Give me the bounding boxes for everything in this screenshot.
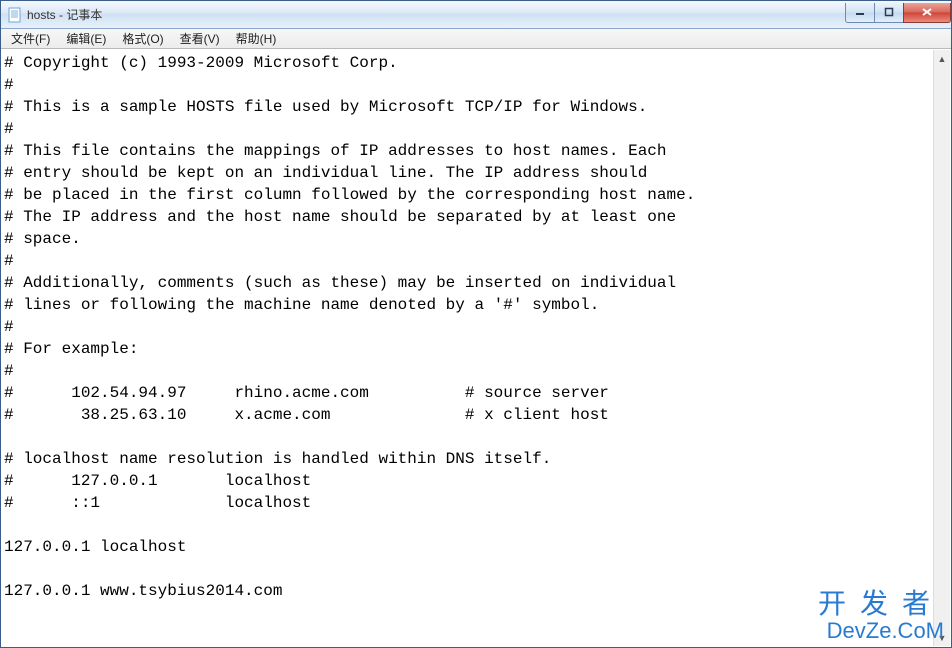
menu-edit[interactable]: 编辑(E) xyxy=(58,28,114,49)
editor-text[interactable]: # Copyright (c) 1993-2009 Microsoft Corp… xyxy=(4,52,932,644)
scroll-track[interactable] xyxy=(934,67,950,629)
close-button[interactable] xyxy=(903,3,951,23)
editor-area: # Copyright (c) 1993-2009 Microsoft Corp… xyxy=(1,49,951,647)
menu-help[interactable]: 帮助(H) xyxy=(228,28,285,49)
minimize-button[interactable] xyxy=(845,3,875,23)
titlebar[interactable]: hosts - 记事本 xyxy=(1,1,951,29)
window-controls xyxy=(846,3,951,23)
app-window: hosts - 记事本 文件(F) 编辑(E) 格式(O) 查看(V) 帮助(H… xyxy=(0,0,952,648)
window-title: hosts - 记事本 xyxy=(27,6,846,23)
notepad-icon xyxy=(7,7,23,23)
maximize-button[interactable] xyxy=(874,3,904,23)
menu-file[interactable]: 文件(F) xyxy=(3,28,58,49)
menubar: 文件(F) 编辑(E) 格式(O) 查看(V) 帮助(H) xyxy=(1,29,951,49)
menu-view[interactable]: 查看(V) xyxy=(172,28,228,49)
scroll-up-arrow-icon[interactable]: ▲ xyxy=(934,50,950,67)
vertical-scrollbar[interactable]: ▲ ▼ xyxy=(933,50,950,646)
scroll-down-arrow-icon[interactable]: ▼ xyxy=(934,629,950,646)
menu-format[interactable]: 格式(O) xyxy=(114,28,171,49)
